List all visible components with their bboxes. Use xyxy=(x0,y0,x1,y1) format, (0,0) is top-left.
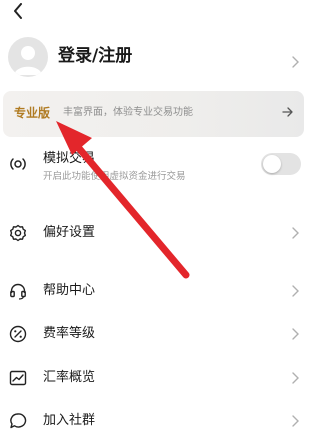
preferences-row[interactable]: 偏好设置 xyxy=(0,222,307,244)
chevron-right-icon xyxy=(292,372,299,384)
pro-version-banner[interactable]: 专业版 丰富界面，体验专业交易功能 xyxy=(3,91,304,137)
avatar[interactable] xyxy=(8,37,48,77)
chevron-right-icon xyxy=(292,328,299,340)
back-arrow-icon xyxy=(14,3,22,19)
trend-chart-icon xyxy=(9,370,27,386)
percent-icon xyxy=(9,325,27,343)
fee-level-label: 费率等级 xyxy=(43,326,96,341)
chevron-right-icon xyxy=(292,285,299,297)
help-center-row[interactable]: 帮助中心 xyxy=(0,280,307,302)
simulated-trading-sublabel: 开启此功能使用虚拟资金进行交易 xyxy=(43,171,186,182)
chevron-right-icon xyxy=(292,415,299,427)
back-button[interactable] xyxy=(6,0,30,22)
preferences-label: 偏好设置 xyxy=(43,225,96,240)
simulated-trading-label: 模拟交易 xyxy=(43,151,96,166)
headset-icon xyxy=(10,283,26,300)
simulated-trading-icon xyxy=(10,158,26,170)
gear-icon xyxy=(10,224,26,242)
simulated-trading-row: 模拟交易 开启此功能使用虚拟资金进行交易 xyxy=(0,148,307,190)
pro-version-tag: 专业版 xyxy=(14,106,51,120)
join-community-label: 加入社群 xyxy=(43,413,96,428)
exchange-rates-label: 汇率概览 xyxy=(43,370,96,385)
chat-bubble-icon xyxy=(10,413,27,429)
pro-version-description: 丰富界面，体验专业交易功能 xyxy=(63,107,193,118)
exchange-rates-row[interactable]: 汇率概览 xyxy=(0,367,307,389)
login-row[interactable]: 登录/注册 xyxy=(0,34,307,82)
fee-level-row[interactable]: 费率等级 xyxy=(0,323,307,345)
default-avatar-icon xyxy=(14,46,42,75)
chevron-right-icon xyxy=(292,227,299,239)
login-register-link[interactable]: 登录/注册 xyxy=(58,45,132,67)
arrow-right-icon xyxy=(282,107,293,117)
simulated-trading-toggle[interactable] xyxy=(261,153,301,175)
join-community-row[interactable]: 加入社群 xyxy=(0,410,307,432)
chevron-right-icon xyxy=(292,56,299,68)
toggle-knob xyxy=(263,155,281,173)
help-center-label: 帮助中心 xyxy=(43,283,96,298)
